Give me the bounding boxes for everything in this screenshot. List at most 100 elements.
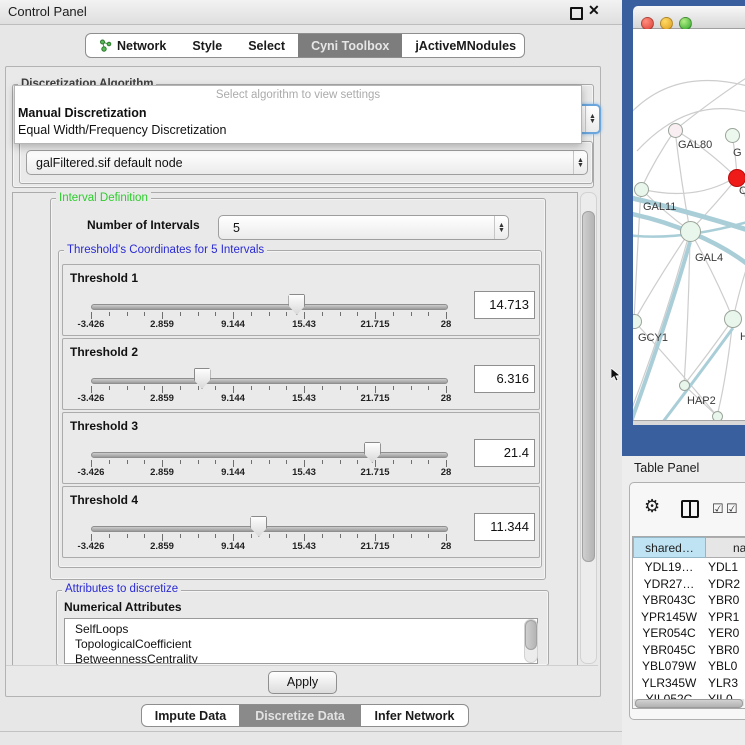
tick-mark (357, 460, 358, 464)
stepper-icon: ▲▼ (494, 216, 508, 239)
popup-option-manual-discretization[interactable]: Manual Discretization (17, 106, 578, 120)
tick-mark (180, 534, 181, 538)
cell-shared-name: YPR145W (633, 610, 705, 624)
network-window-titlebar[interactable] (633, 6, 745, 29)
tick-mark (144, 534, 145, 538)
number-of-intervals-combobox[interactable]: 5 ▲▼ (218, 215, 509, 240)
tick-mark (304, 534, 305, 541)
node-label-gal80: GAL80 (678, 139, 712, 151)
tick-mark (91, 386, 92, 393)
bottom-tab-infer-network[interactable]: Infer Network (361, 705, 468, 726)
threshold-slider-track[interactable] (91, 378, 448, 384)
cell-name: YBR0 (708, 643, 745, 657)
attributes-scrollbar-thumb[interactable] (525, 620, 537, 650)
tick-mark (322, 460, 323, 464)
attribute-item-topologicalcoefficient[interactable]: TopologicalCoefficient (75, 637, 192, 651)
threshold-slider-track[interactable] (91, 304, 448, 310)
network-node[interactable] (668, 123, 683, 138)
threshold-slider-track[interactable] (91, 526, 448, 532)
cell-name: YPR1 (708, 610, 745, 624)
gear-icon[interactable]: ⚙ (644, 496, 660, 517)
checkbox-icon[interactable]: ☑ (726, 501, 738, 517)
network-canvas[interactable]: GAL80GCGAL11GAL4GCY1HHAP2 (633, 29, 745, 420)
cell-shared-name: YLR345W (633, 676, 705, 690)
tab-style[interactable]: Style (179, 34, 235, 57)
numerical-attributes-label: Numerical Attributes (64, 600, 182, 614)
tick-label: 21.715 (353, 541, 397, 552)
node-label-c: C (739, 185, 745, 197)
tick-mark (198, 386, 199, 390)
tick-mark (322, 386, 323, 390)
tab-jactivemnodules[interactable]: jActiveMNodules (402, 34, 525, 57)
attribute-item-selfloops[interactable]: SelfLoops (75, 622, 128, 636)
threshold-value-field[interactable]: 11.344 (474, 513, 535, 541)
tick-mark (91, 312, 92, 319)
tick-label: 15.43 (282, 319, 326, 330)
tick-mark (340, 534, 341, 538)
tick-mark (286, 460, 287, 464)
close-icon[interactable]: ✕ (588, 2, 600, 19)
threshold-slider-thumb[interactable] (250, 516, 267, 537)
tick-mark (251, 386, 252, 390)
tick-mark (109, 460, 110, 464)
tick-mark (446, 534, 447, 541)
split-columns-icon[interactable] (681, 500, 699, 518)
vertical-scrollbar-thumb[interactable] (582, 211, 595, 562)
tick-mark (144, 460, 145, 464)
threshold-slider-track[interactable] (91, 452, 448, 458)
tick-mark (144, 386, 145, 390)
tick-mark (322, 534, 323, 538)
column-header-name[interactable]: na (706, 537, 745, 558)
network-node[interactable] (725, 128, 740, 143)
tick-mark (233, 534, 234, 541)
mouse-cursor (611, 368, 621, 382)
network-node[interactable] (680, 221, 701, 242)
apply-button[interactable]: Apply (268, 671, 337, 694)
threshold-slider-thumb[interactable] (288, 294, 305, 315)
tick-label: 15.43 (282, 541, 326, 552)
network-node[interactable] (679, 380, 690, 391)
tick-mark (269, 386, 270, 390)
tick-mark (304, 386, 305, 393)
tick-mark (233, 386, 234, 393)
column-header-shared[interactable]: shared… (633, 537, 706, 558)
tick-mark (109, 534, 110, 538)
network-node[interactable] (634, 182, 649, 197)
tick-label: 21.715 (353, 319, 397, 330)
threshold-value-field[interactable]: 14.713 (474, 291, 535, 319)
tab-select[interactable]: Select (235, 34, 298, 57)
tick-mark (233, 312, 234, 319)
bottom-tab-impute-data[interactable]: Impute Data (142, 705, 239, 726)
threshold-slider-thumb[interactable] (194, 368, 211, 389)
network-node[interactable] (712, 411, 723, 421)
threshold-slider-thumb[interactable] (364, 442, 381, 463)
popup-option-equal-width-frequency[interactable]: Equal Width/Frequency Discretization (17, 123, 578, 137)
numerical-attributes-list[interactable]: SelfLoopsTopologicalCoefficientBetweenne… (64, 618, 538, 664)
attribute-item-betweennesscentrality[interactable]: BetweennessCentrality (75, 652, 198, 664)
tick-mark (251, 534, 252, 538)
tick-mark (357, 312, 358, 316)
table-panel-title: Table Panel (634, 461, 699, 475)
threshold-label: Threshold 3 (70, 419, 138, 433)
threshold-value-field[interactable]: 6.316 (474, 365, 535, 393)
tab-cyni-toolbox[interactable]: Cyni Toolbox (298, 34, 402, 57)
table-rows[interactable]: YDL19…YDL1YDR27…YDR2YBR043CYBR0YPR145WYP… (633, 558, 745, 699)
tab-label: Select (248, 39, 285, 53)
cell-shared-name: YDL19… (633, 560, 705, 574)
float-window-icon[interactable] (570, 7, 583, 20)
tab-label: Style (192, 39, 222, 53)
network-node[interactable] (633, 314, 642, 329)
bottom-tab-discretize-data[interactable]: Discretize Data (239, 705, 361, 726)
tick-mark (428, 534, 429, 538)
tick-mark (375, 312, 376, 319)
table-data-combobox-value: galFiltered.sif default node (27, 156, 573, 170)
table-data-combobox[interactable]: galFiltered.sif default node ▲▼ (26, 150, 588, 175)
network-node[interactable] (724, 310, 742, 328)
checkbox-icon[interactable]: ☑ (712, 501, 724, 517)
tab-network[interactable]: Network (86, 34, 179, 57)
tick-mark (91, 534, 92, 541)
tick-label: -3.426 (69, 541, 113, 552)
threshold-value-field[interactable]: 21.4 (474, 439, 535, 467)
tick-mark (411, 386, 412, 390)
horizontal-scrollbar-thumb[interactable] (635, 699, 743, 708)
